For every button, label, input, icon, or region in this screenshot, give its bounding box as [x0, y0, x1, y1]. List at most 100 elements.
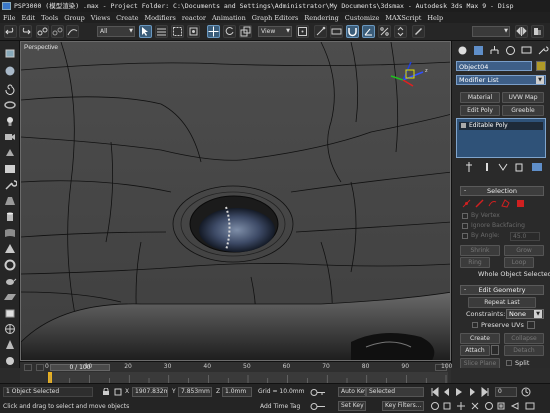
menu-file[interactable]: File — [3, 14, 16, 22]
arc-rotate-icon[interactable] — [485, 402, 493, 410]
select-scale-button[interactable] — [239, 25, 252, 38]
zoom-icon[interactable] — [431, 402, 439, 410]
spiral-icon[interactable] — [3, 83, 17, 95]
object-name-field[interactable]: Object04 — [456, 61, 532, 71]
select-object-button[interactable] — [139, 25, 152, 38]
unlink-button[interactable] — [51, 25, 64, 38]
zoom-all-icon[interactable] — [443, 402, 451, 410]
rect-selection-button[interactable] — [171, 25, 184, 38]
redo-button[interactable] — [19, 25, 32, 38]
menu-modifiers[interactable]: Modifiers — [144, 14, 175, 22]
select-link-button[interactable] — [36, 25, 49, 38]
mesh-icon[interactable] — [3, 163, 17, 175]
pyramid-icon[interactable] — [3, 243, 17, 255]
key-icon[interactable] — [310, 388, 326, 397]
select-rotate-button[interactable] — [223, 25, 236, 38]
selection-rollout-header[interactable]: - Selection — [460, 186, 544, 196]
menu-rendering[interactable]: Rendering — [304, 14, 338, 22]
edit-geometry-rollout-header[interactable]: - Edit Geometry — [460, 285, 544, 295]
shrink-button[interactable]: Shrink — [460, 245, 500, 256]
perspective-viewport[interactable]: z Perspective — [20, 41, 451, 361]
x-coordinate-field[interactable]: 1907.832m — [132, 387, 168, 397]
menu-animation[interactable]: Animation — [212, 14, 246, 22]
edit-poly-button[interactable]: Edit Poly — [460, 105, 500, 116]
menu-edit[interactable]: Edit — [22, 14, 36, 22]
menu-customize[interactable]: Customize — [345, 14, 380, 22]
time-configuration-icon[interactable] — [521, 387, 531, 397]
ring-button[interactable]: Ring — [460, 257, 490, 268]
bind-space-warp-button[interactable] — [66, 25, 79, 38]
repeat-last-button[interactable]: Repeat Last — [468, 297, 536, 308]
vertex-select-icon[interactable] — [462, 199, 471, 208]
capsule-icon[interactable] — [3, 355, 17, 367]
set-key-mode-icon[interactable] — [310, 402, 326, 411]
undo-button[interactable] — [4, 25, 17, 38]
menu-graph-editors[interactable]: Graph Editors — [252, 14, 299, 22]
edge-select-icon[interactable] — [475, 199, 484, 208]
remove-modifier-icon[interactable] — [512, 161, 526, 173]
ref-coord-dropdown[interactable]: View ▼ — [258, 26, 292, 37]
motion-tab-icon[interactable] — [504, 44, 517, 57]
by-angle-checkbox[interactable] — [462, 233, 468, 239]
auto-key-button[interactable]: Auto Key — [338, 387, 366, 397]
z-coordinate-field[interactable]: 1.0mm — [222, 387, 252, 397]
select-manipulate-button[interactable] — [314, 25, 327, 38]
previous-key-icon[interactable] — [444, 388, 449, 396]
modify-tab-icon[interactable] — [472, 44, 485, 57]
cone-icon[interactable] — [3, 339, 17, 351]
y-coordinate-field[interactable]: 7.853mm — [178, 387, 212, 397]
angle-snap-button[interactable] — [362, 25, 375, 38]
polygon-select-icon[interactable] — [501, 199, 510, 208]
go-to-start-icon[interactable] — [431, 387, 439, 397]
make-unique-icon[interactable] — [496, 161, 510, 173]
modifier-stack[interactable]: Editable Poly — [456, 118, 546, 158]
utilities-tab-icon[interactable] — [536, 44, 549, 57]
zoom-extents-icon[interactable] — [471, 402, 479, 410]
cloth-icon[interactable] — [3, 227, 17, 239]
viewport-label[interactable]: Perspective — [24, 44, 58, 51]
pan-icon[interactable] — [457, 402, 465, 410]
select-by-name-button[interactable] — [155, 25, 168, 38]
attach-settings-button[interactable] — [491, 345, 499, 355]
stack-item-editable-poly[interactable]: Editable Poly — [459, 122, 543, 130]
current-frame-field[interactable]: 0 — [495, 387, 517, 397]
by-vertex-checkbox[interactable] — [462, 213, 468, 219]
percent-snap-button[interactable] — [378, 25, 391, 38]
uvw-map-button[interactable]: UVW Map — [502, 92, 544, 103]
play-icon[interactable] — [456, 388, 462, 396]
select-move-button[interactable] — [207, 25, 220, 38]
menu-help[interactable]: Help — [427, 14, 443, 22]
hierarchy-tab-icon[interactable] — [488, 44, 501, 57]
lock-selection-icon[interactable] — [102, 388, 110, 396]
greeble-button[interactable]: Greeble — [502, 105, 544, 116]
edit-named-selection-button[interactable] — [412, 25, 425, 38]
border-select-icon[interactable] — [488, 199, 497, 208]
show-end-result-icon[interactable] — [480, 161, 494, 173]
go-to-end-icon[interactable] — [481, 387, 489, 397]
attach-button[interactable]: Attach — [460, 345, 490, 356]
key-filters-button[interactable]: Key Filters... — [382, 401, 424, 411]
object-color-swatch[interactable] — [536, 61, 546, 71]
material-button[interactable]: Material — [460, 92, 500, 103]
plane-icon[interactable] — [3, 291, 17, 303]
loop-button[interactable]: Loop — [504, 257, 534, 268]
pin-stack-icon[interactable] — [462, 161, 476, 173]
previous-frame-button[interactable] — [36, 364, 44, 371]
wrench-icon[interactable] — [3, 179, 17, 191]
create-box-icon[interactable] — [3, 47, 17, 59]
window-crossing-button[interactable] — [187, 25, 200, 38]
mirror-button[interactable] — [515, 25, 528, 38]
light-icon[interactable] — [3, 115, 17, 127]
selection-filter-dropdown[interactable]: All ▼ — [97, 26, 135, 37]
element-select-icon[interactable] — [516, 199, 525, 208]
spinner-snap-button[interactable] — [394, 25, 407, 38]
display-tab-icon[interactable] — [520, 44, 533, 57]
ignore-backfacing-checkbox[interactable] — [462, 223, 468, 229]
extrude-icon[interactable] — [3, 147, 17, 159]
add-time-tag-button[interactable]: Add Time Tag — [260, 403, 300, 410]
menu-views[interactable]: Views — [91, 14, 110, 22]
teapot-icon[interactable] — [3, 275, 17, 287]
camera-icon[interactable] — [3, 131, 17, 143]
detach-button[interactable]: Detach — [504, 345, 544, 356]
by-angle-value[interactable]: 45.0 — [510, 232, 540, 241]
